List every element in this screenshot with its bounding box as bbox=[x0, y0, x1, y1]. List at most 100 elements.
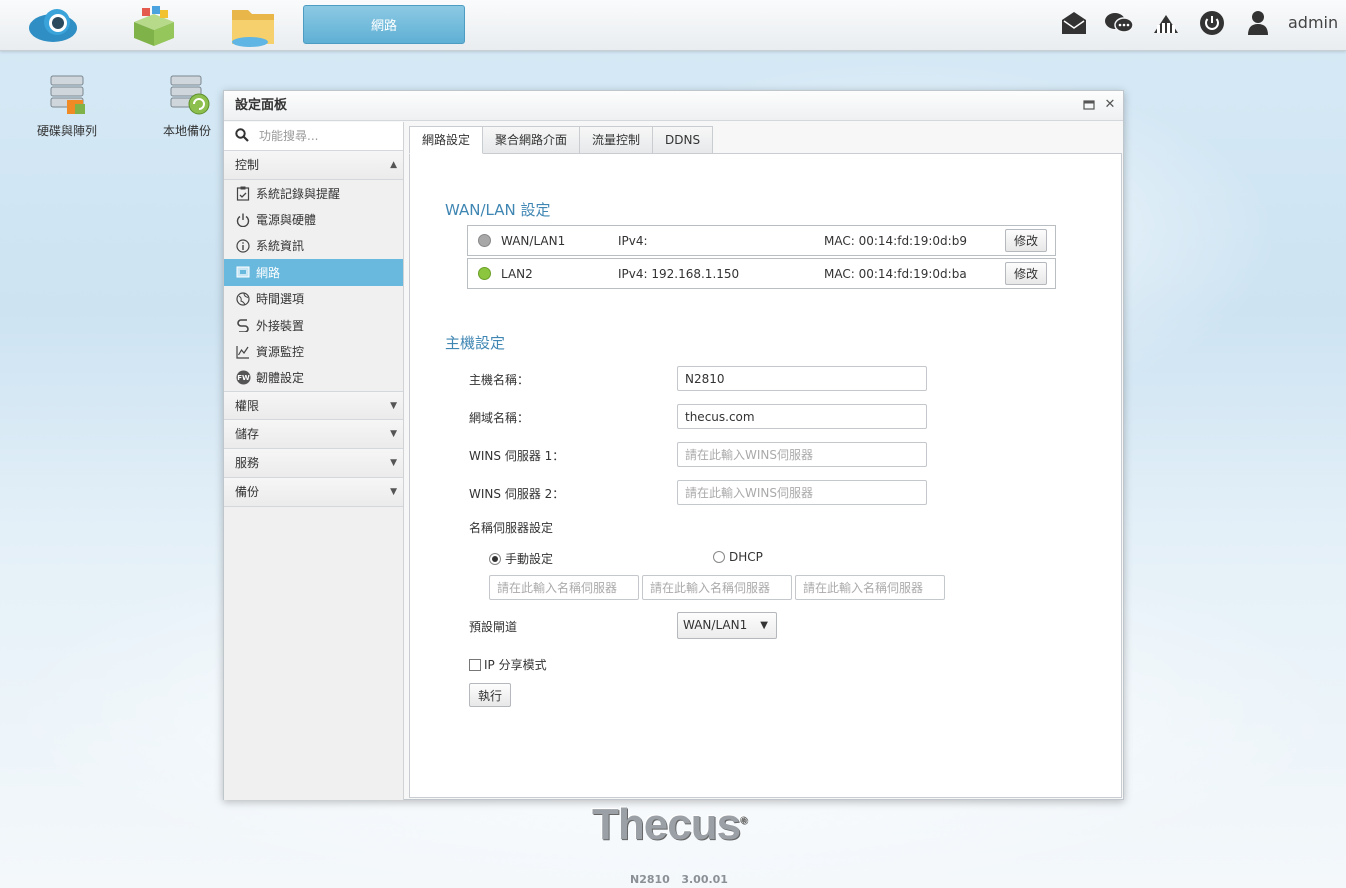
dns-server-input-1[interactable] bbox=[489, 575, 639, 600]
svg-text:FW: FW bbox=[237, 375, 250, 383]
thecus-logo: Thecus® bbox=[592, 800, 747, 850]
file-manager-icon[interactable] bbox=[228, 4, 280, 48]
sidebar-item-label: 外接裝置 bbox=[256, 318, 305, 333]
content-area: 網路設定 聚合網路介面 流量控制 DDNS WAN/LAN 設定 WAN/LAN… bbox=[409, 126, 1122, 798]
ip-sharing-label: IP 分享模式 bbox=[484, 658, 547, 672]
gateway-label: 預設閘道 bbox=[469, 620, 518, 634]
sidebar-group-control[interactable]: 控制 ▲ bbox=[224, 151, 403, 180]
nic-row: WAN/LAN1 IPv4: MAC: 00:14:fd:19:0d:b9 修改 bbox=[467, 225, 1056, 256]
nic-ipv4: IPv4: 192.168.1.150 bbox=[618, 266, 740, 281]
chart-icon bbox=[235, 344, 251, 360]
sidebar-group-backup[interactable]: 備份 ▼ bbox=[224, 478, 403, 508]
wins1-input[interactable] bbox=[677, 442, 927, 467]
gateway-select[interactable]: WAN/LAN1 ▼ bbox=[677, 612, 777, 639]
dns-dhcp-label: DHCP bbox=[729, 550, 763, 564]
wins2-label: WINS 伺服器 2： bbox=[469, 487, 565, 501]
info-icon bbox=[235, 238, 251, 254]
tab-ddns[interactable]: DDNS bbox=[652, 126, 714, 154]
tab-network-settings[interactable]: 網路設定 bbox=[409, 126, 484, 154]
nic-name: WAN/LAN1 bbox=[501, 233, 566, 248]
sidebar-item-external-devices[interactable]: 外接裝置 bbox=[224, 312, 403, 338]
sidebar-group-label: 控制 bbox=[235, 158, 260, 172]
sidebar-group-label: 儲存 bbox=[235, 427, 260, 442]
wins2-input[interactable] bbox=[677, 480, 927, 505]
local-backup-icon bbox=[161, 72, 213, 118]
chat-icon[interactable] bbox=[1104, 8, 1134, 38]
desktop-icon-label: 本地備份 bbox=[162, 124, 211, 138]
close-icon[interactable]: ✕ bbox=[1102, 97, 1118, 113]
tab-link-aggregation[interactable]: 聚合網路介面 bbox=[482, 126, 581, 154]
sidebar-item-logs[interactable]: 系統記錄與提醒 bbox=[224, 180, 403, 206]
maximize-icon[interactable] bbox=[1081, 97, 1097, 113]
active-app-tab[interactable]: 網路 bbox=[303, 5, 465, 44]
host-section-title: 主機設定 bbox=[445, 334, 506, 352]
sidebar-item-system-info[interactable]: 系統資訊 bbox=[224, 233, 403, 259]
nic-ipv4: IPv4: bbox=[618, 233, 648, 248]
username-label[interactable]: admin bbox=[1288, 13, 1338, 32]
nic-mac: MAC: 00:14:fd:19:0d:ba bbox=[824, 266, 967, 281]
sidebar-group-services[interactable]: 服務 ▼ bbox=[224, 449, 403, 479]
nic-mac: MAC: 00:14:fd:19:0d:b9 bbox=[824, 233, 967, 248]
nic-name: LAN2 bbox=[501, 266, 533, 281]
network-settings-panel: WAN/LAN 設定 WAN/LAN1 IPv4: MAC: 00:14:fd:… bbox=[409, 153, 1122, 798]
desktop-icon-local-backup[interactable]: 本地備份 bbox=[147, 72, 227, 139]
wan-lan-section-title: WAN/LAN 設定 bbox=[445, 201, 551, 219]
sidebar-item-resource-monitor[interactable]: 資源監控 bbox=[224, 338, 403, 364]
chevron-down-icon: ▼ bbox=[390, 429, 397, 440]
settings-window: 設定面板 ✕ 控制 ▲ 系統記錄與提醒 電源與硬體 系統資訊 bbox=[223, 90, 1124, 800]
power-icon bbox=[235, 212, 251, 228]
radio-unselected-icon bbox=[713, 551, 725, 563]
sidebar-item-label: 韌體設定 bbox=[256, 371, 305, 386]
search-input[interactable] bbox=[259, 129, 389, 143]
user-icon[interactable] bbox=[1243, 8, 1273, 38]
active-app-label: 網路 bbox=[370, 19, 397, 34]
window-titlebar[interactable]: 設定面板 ✕ bbox=[224, 91, 1123, 121]
chevron-down-icon: ▼ bbox=[390, 401, 397, 412]
sidebar-group-label: 服務 bbox=[235, 456, 260, 471]
caret-down-icon: ▼ bbox=[760, 620, 768, 631]
dns-manual-label: 手動設定 bbox=[505, 552, 554, 566]
modify-button[interactable]: 修改 bbox=[1005, 262, 1047, 285]
logo-text: Thecus bbox=[592, 800, 741, 849]
status-dot bbox=[478, 267, 491, 280]
sidebar-item-firmware[interactable]: FW 韌體設定 bbox=[224, 365, 403, 391]
domain-input[interactable] bbox=[677, 404, 927, 429]
sidebar-item-time[interactable]: 時間選項 bbox=[224, 286, 403, 312]
sidebar-group-label: 權限 bbox=[235, 399, 260, 414]
dns-settings-label: 名稱伺服器設定 bbox=[469, 521, 554, 535]
sidebar-item-network[interactable]: 網路 bbox=[224, 259, 403, 286]
search-icon bbox=[235, 127, 249, 145]
sidebar-item-label: 電源與硬體 bbox=[256, 213, 317, 228]
disk-raid-icon bbox=[41, 72, 93, 118]
chevron-down-icon: ▼ bbox=[390, 458, 397, 469]
cloud-app-icon[interactable] bbox=[27, 4, 79, 48]
modify-button[interactable]: 修改 bbox=[1005, 229, 1047, 252]
mail-icon[interactable] bbox=[1059, 8, 1089, 38]
status-dot bbox=[478, 234, 491, 247]
app-center-icon[interactable] bbox=[128, 4, 180, 48]
ip-sharing-checkbox[interactable]: IP 分享模式 bbox=[469, 656, 547, 673]
tab-traffic-control[interactable]: 流量控制 bbox=[579, 126, 654, 154]
version-label: 3.00.01 bbox=[681, 873, 728, 886]
dns-server-input-3[interactable] bbox=[795, 575, 945, 600]
power-icon[interactable] bbox=[1197, 8, 1227, 38]
sidebar: 控制 ▲ 系統記錄與提醒 電源與硬體 系統資訊 網路 時間選項 外接裝置 bbox=[224, 122, 404, 800]
radio-selected-icon bbox=[489, 552, 501, 565]
hostname-input[interactable] bbox=[677, 366, 927, 391]
dns-dhcp-radio[interactable]: DHCP bbox=[713, 550, 763, 564]
dns-server-input-2[interactable] bbox=[642, 575, 792, 600]
sidebar-group-permissions[interactable]: 權限 ▼ bbox=[224, 391, 403, 421]
sidebar-group-storage[interactable]: 儲存 ▼ bbox=[224, 420, 403, 450]
sidebar-item-label: 網路 bbox=[256, 265, 281, 280]
search-box bbox=[224, 122, 403, 151]
network-status-icon[interactable] bbox=[1151, 8, 1181, 38]
checkbox-icon bbox=[469, 658, 481, 671]
apply-button[interactable]: 執行 bbox=[469, 683, 511, 707]
model-label: N2810 bbox=[630, 873, 670, 886]
sidebar-item-label: 資源監控 bbox=[256, 345, 305, 360]
dns-manual-radio[interactable]: 手動設定 bbox=[489, 550, 553, 567]
desktop-icon-label: 硬碟與陣列 bbox=[36, 124, 97, 138]
firmware-icon: FW bbox=[235, 370, 251, 386]
desktop-icon-disk-raid[interactable]: 硬碟與陣列 bbox=[27, 72, 107, 139]
sidebar-item-power-hardware[interactable]: 電源與硬體 bbox=[224, 206, 403, 232]
